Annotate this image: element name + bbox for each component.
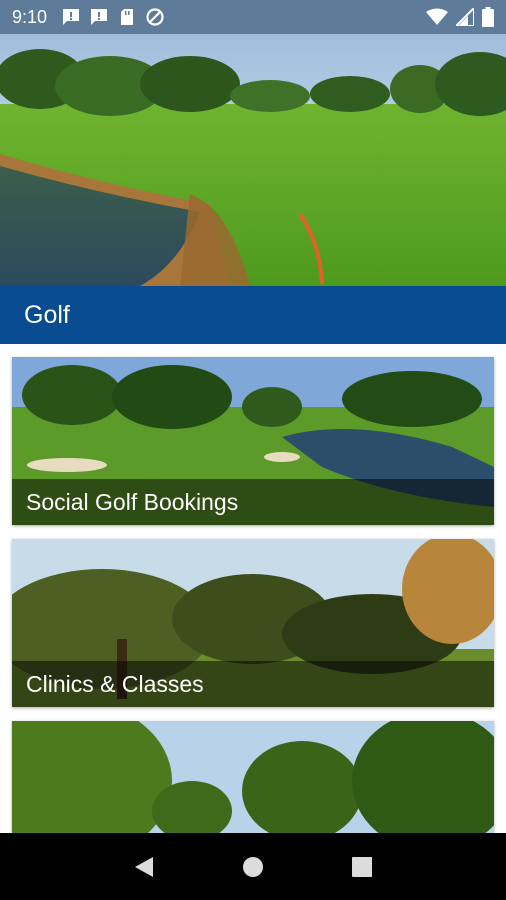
hero-image: [0, 34, 506, 286]
page-title: Golf: [24, 300, 70, 329]
status-time: 9:10: [12, 6, 48, 27]
card-social-golf-bookings[interactable]: Social Golf Bookings: [12, 357, 494, 525]
wifi-icon: [426, 8, 448, 31]
card-label: Clinics & Classes: [12, 661, 494, 707]
sd-card-icon: [117, 7, 137, 27]
card-clinics-classes[interactable]: Clinics & Classes: [12, 539, 494, 707]
battery-icon: [482, 7, 494, 32]
card-photo: [12, 721, 494, 833]
data-saver-icon: [145, 7, 165, 27]
back-button[interactable]: [124, 847, 164, 887]
home-icon: [242, 856, 263, 877]
card-item[interactable]: [12, 721, 494, 833]
system-icons: [426, 5, 494, 32]
notification-icons: [61, 7, 165, 27]
home-button[interactable]: [233, 847, 273, 887]
signal-icon: [453, 5, 475, 31]
back-icon: [135, 856, 154, 877]
section-header: Golf: [0, 286, 506, 344]
message-icon: [61, 7, 81, 27]
status-bar: 9:10: [0, 0, 506, 34]
message-icon: [89, 7, 109, 27]
golf-course-photo: [0, 34, 506, 286]
recents-button[interactable]: [342, 847, 382, 887]
card-label: Social Golf Bookings: [12, 479, 494, 525]
navigation-bar: [0, 833, 506, 900]
recents-icon: [351, 856, 372, 877]
